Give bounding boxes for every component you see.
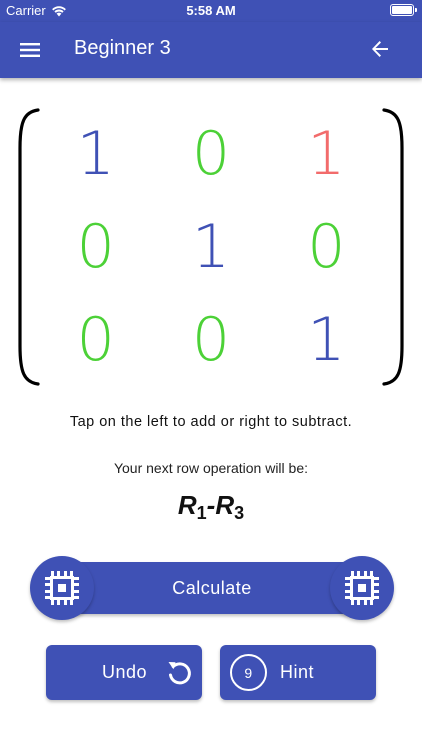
undo-label: Undo bbox=[102, 662, 148, 682]
calculate-control: Calculate bbox=[30, 556, 394, 620]
status-right bbox=[390, 4, 417, 16]
matrix-cell-r3c3[interactable]: 1 bbox=[269, 293, 384, 386]
chip-icon bbox=[345, 571, 379, 605]
arrow-left-icon bbox=[372, 41, 388, 57]
calculate-chip-left[interactable] bbox=[30, 556, 94, 620]
matrix-cell-r1c3[interactable]: 1 bbox=[269, 108, 384, 201]
matrix-cell-r3c1[interactable]: 0 bbox=[38, 293, 153, 386]
calculate-label: Calculate bbox=[172, 577, 252, 598]
battery-icon bbox=[390, 4, 417, 16]
row-op-second-row: R bbox=[215, 490, 235, 520]
matrix-cell-r2c2[interactable]: 1 bbox=[153, 201, 268, 294]
page-title: Beginner 3 bbox=[74, 37, 171, 59]
row-operation: R1-R3 bbox=[0, 490, 422, 524]
row-op-first-row: R bbox=[177, 490, 197, 520]
hint-count-badge: 9 bbox=[230, 654, 267, 691]
app-bar: Beginner 3 bbox=[0, 22, 422, 78]
matrix-cell-r3c2[interactable]: 0 bbox=[153, 293, 268, 386]
status-bar: Carrier 5:58 AM bbox=[0, 0, 422, 22]
calculate-button[interactable]: Calculate bbox=[60, 562, 364, 614]
left-bracket bbox=[18, 108, 40, 386]
matrix-grid: 1 0 1 0 1 0 0 0 1 bbox=[38, 108, 384, 386]
status-time: 5:58 AM bbox=[186, 3, 236, 18]
row-op-first-index: 1 bbox=[196, 503, 207, 523]
hamburger-menu-icon bbox=[20, 43, 40, 57]
matrix-cell-r2c1[interactable]: 0 bbox=[38, 201, 153, 294]
matrix-cell-r1c2[interactable]: 0 bbox=[153, 108, 268, 201]
hint-button[interactable]: 9 Hint bbox=[220, 645, 376, 700]
row-op-second-index: 3 bbox=[234, 503, 245, 523]
instruction-text: Tap on the left to add or right to subtr… bbox=[69, 414, 353, 430]
undo-button[interactable]: Undo bbox=[46, 645, 202, 700]
calculate-chip-right[interactable] bbox=[330, 556, 394, 620]
menu-button[interactable] bbox=[16, 36, 44, 64]
matrix-cell-r1c1[interactable]: 1 bbox=[38, 108, 153, 201]
undo-icon bbox=[168, 662, 191, 685]
chip-icon bbox=[45, 571, 79, 605]
next-operation-label: Your next row operation will be: bbox=[113, 460, 309, 476]
hint-label: Hint bbox=[280, 662, 315, 682]
back-button[interactable] bbox=[366, 35, 394, 63]
matrix-cell-r2c3[interactable]: 0 bbox=[269, 201, 384, 294]
right-bracket bbox=[382, 108, 404, 386]
matrix: 1 0 1 0 1 0 0 0 1 bbox=[18, 108, 404, 386]
